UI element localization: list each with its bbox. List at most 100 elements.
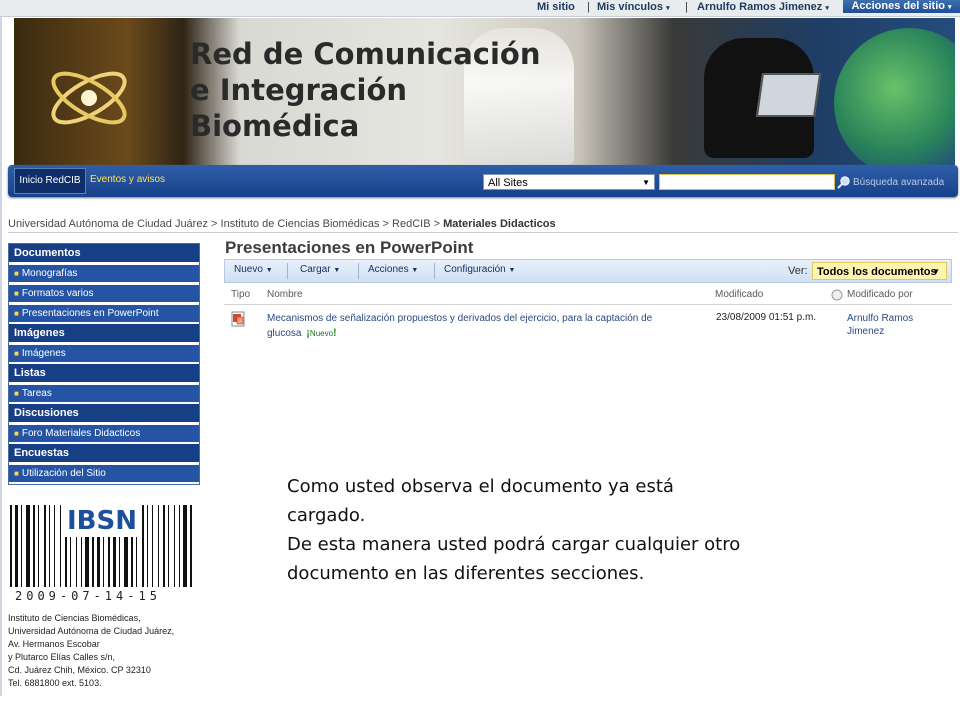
address-line: Instituto de Ciencias Biomédicas, xyxy=(8,613,141,623)
site-actions-button[interactable]: Acciones del sitio ▾ xyxy=(843,0,960,13)
column-header-modified-by[interactable]: Modificado por xyxy=(847,289,913,300)
new-badge-label: Nuevo xyxy=(309,329,334,338)
upload-label: Cargar xyxy=(300,264,331,275)
bullet-icon: ■ xyxy=(14,349,19,358)
left-border xyxy=(0,16,2,696)
chevron-down-icon: ▼ xyxy=(642,178,650,187)
toolbar-separator xyxy=(358,263,359,279)
actions-label: Acciones xyxy=(368,264,409,275)
chevron-down-icon: ▾ xyxy=(666,5,670,12)
tab-home[interactable]: Inicio RedCIB xyxy=(14,168,86,194)
search-scope-value: All Sites xyxy=(488,177,528,189)
new-label: Nuevo xyxy=(234,264,263,275)
view-value: Todos los documentos xyxy=(817,266,937,278)
sidebar-heading-discussions[interactable]: Discusiones xyxy=(9,404,199,422)
sidebar-item-tareas[interactable]: ■ Tareas xyxy=(9,384,199,402)
sidebar-item-label: Foro Materiales Didacticos xyxy=(21,428,141,439)
checkout-icon xyxy=(831,289,843,304)
barcode-bar xyxy=(163,505,165,587)
site-banner: Red de Comunicación e Integración Bioméd… xyxy=(14,18,955,165)
breadcrumb-item[interactable]: Universidad Autónoma de Ciudad Juárez xyxy=(8,218,208,230)
tab-events[interactable]: Eventos y avisos xyxy=(90,168,165,192)
user-menu[interactable]: Arnulfo Ramos Jimenez ▾ xyxy=(697,1,829,13)
column-header-name[interactable]: Nombre xyxy=(267,289,303,300)
table-row: Mecanismos de señalización propuestos y … xyxy=(267,311,687,341)
bullet-icon: ■ xyxy=(14,289,19,298)
view-label: Ver: xyxy=(788,265,808,277)
barcode-bar xyxy=(190,505,192,587)
chevron-down-icon: ▼ xyxy=(411,267,419,274)
sidebar-item-label: Presentaciones en PowerPoint xyxy=(21,308,159,319)
banner-title: Red de Comunicación e Integración Bioméd… xyxy=(190,36,541,144)
sidebar-heading-lists[interactable]: Listas xyxy=(9,364,199,382)
advanced-search-link[interactable]: Búsqueda avanzada xyxy=(853,177,944,188)
banner-title-line: Biomédica xyxy=(190,109,360,143)
sidebar-item-utilizacion[interactable]: ■ Utilización del Sitio xyxy=(9,464,199,482)
barcode-bar xyxy=(174,505,175,587)
chevron-down-icon: ▼ xyxy=(333,267,341,274)
list-toolbar: Nuevo ▼ Cargar ▼ Acciones ▼ Configuració… xyxy=(224,259,952,283)
address-line: Cd. Juárez Chih, México. CP 32310 xyxy=(8,665,151,675)
sidebar-item-monografias[interactable]: ■ Monografías xyxy=(9,264,199,282)
banner-title-line: Red de Comunicación xyxy=(190,37,541,71)
column-header-type[interactable]: Tipo xyxy=(231,289,250,300)
my-site-link[interactable]: Mi sitio xyxy=(537,1,575,13)
list-header-row: Tipo Nombre Modificado Modificado por xyxy=(224,286,952,305)
column-header-modified[interactable]: Modificado xyxy=(715,289,763,300)
barcode-bar xyxy=(10,505,12,587)
breadcrumb-separator: > xyxy=(430,218,444,230)
sidebar-item-label: Utilización del Sitio xyxy=(21,468,106,479)
settings-menu-button[interactable]: Configuración ▼ xyxy=(444,264,515,275)
breadcrumb-item[interactable]: RedCIB xyxy=(392,218,431,230)
address-line: Av. Hermanos Escobar xyxy=(8,639,100,649)
chevron-down-icon: ▼ xyxy=(508,267,516,274)
address-line: y Plutarco Elías Calles s/n, xyxy=(8,652,116,662)
top-bar: Mi sitio | Mis vínculos ▾ | Arnulfo Ramo… xyxy=(0,0,960,17)
institution-address: Instituto de Ciencias Biomédicas, Univer… xyxy=(8,612,218,690)
upload-menu-button[interactable]: Cargar ▼ xyxy=(300,264,340,275)
separator: | xyxy=(685,1,688,13)
powerpoint-file-icon[interactable] xyxy=(231,311,245,327)
barcode-bar xyxy=(158,505,159,587)
breadcrumb-separator: > xyxy=(207,218,221,230)
sidebar-item-foro[interactable]: ■ Foro Materiales Didacticos xyxy=(9,424,199,442)
chevron-down-icon: ▾ xyxy=(825,5,829,12)
search-icon[interactable] xyxy=(837,175,851,189)
modified-date: 23/08/2009 01:51 p.m. xyxy=(716,312,817,323)
barcode-bar xyxy=(142,505,144,587)
breadcrumb-current: Materiales Didacticos xyxy=(443,218,556,230)
modified-by-link[interactable]: Arnulfo Ramos Jimenez xyxy=(847,312,937,338)
barcode-bar xyxy=(152,505,153,587)
breadcrumb-separator: > xyxy=(379,218,393,230)
sidebar-heading-surveys[interactable]: Encuestas xyxy=(9,444,199,462)
chevron-down-icon: ▼ xyxy=(932,267,940,276)
new-menu-button[interactable]: Nuevo ▼ xyxy=(234,264,273,275)
sidebar-item-formatos[interactable]: ■ Formatos varios xyxy=(9,284,199,302)
my-links-menu[interactable]: Mis vínculos ▾ xyxy=(597,1,670,13)
divider xyxy=(8,232,958,233)
address-line: Universidad Autónoma de Ciudad Juárez, xyxy=(8,626,175,636)
sidebar-item-label: Formatos varios xyxy=(21,288,94,299)
sidebar-item-imagenes[interactable]: ■ Imágenes xyxy=(9,344,199,362)
barcode-bar xyxy=(38,505,39,587)
breadcrumb-item[interactable]: Instituto de Ciencias Biomédicas xyxy=(221,218,380,230)
sidebar-heading-documents[interactable]: Documentos xyxy=(9,244,199,262)
exclamation-icon: ! xyxy=(333,327,337,339)
bullet-icon: ■ xyxy=(14,269,19,278)
view-select[interactable]: Todos los documentos ▼ xyxy=(812,262,947,280)
actions-menu-button[interactable]: Acciones ▼ xyxy=(368,264,418,275)
barcode-bar xyxy=(26,505,30,587)
barcode-number: 2009-07-14-15 xyxy=(15,589,161,603)
bullet-icon: ■ xyxy=(14,309,19,318)
search-input[interactable] xyxy=(659,174,835,190)
search-scope-select[interactable]: All Sites ▼ xyxy=(483,174,655,190)
sidebar-item-label: Imágenes xyxy=(21,348,66,359)
barcode-bar xyxy=(44,505,46,587)
chevron-down-icon: ▼ xyxy=(265,267,273,274)
note-line: Como usted observa el documento ya está … xyxy=(287,476,674,526)
bullet-icon: ■ xyxy=(14,429,19,438)
chevron-down-icon: ▾ xyxy=(948,4,952,11)
sidebar-heading-images[interactable]: Imágenes xyxy=(9,324,199,342)
my-links-label: Mis vínculos xyxy=(597,1,664,13)
sidebar-item-presentaciones[interactable]: ■ Presentaciones en PowerPoint xyxy=(9,304,199,322)
